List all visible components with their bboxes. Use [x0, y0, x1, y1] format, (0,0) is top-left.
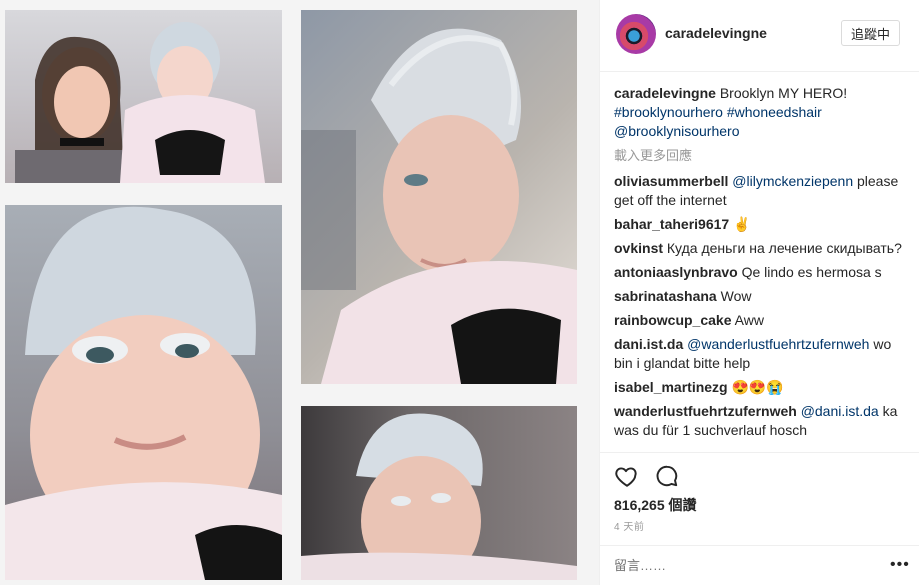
author-username[interactable]: caradelevingne [665, 25, 767, 41]
mention-link[interactable]: @wanderlustfuehrtzufernweh [687, 336, 869, 352]
comment-item: rainbowcup_cake Aww [614, 311, 904, 330]
photo-top-left [5, 10, 282, 183]
comment-username[interactable]: ovkinst [614, 240, 663, 256]
comment-text: Куда деньги на лечение скидывать? [666, 240, 902, 256]
comment-text: Aww [734, 312, 764, 328]
avatar[interactable] [616, 14, 656, 54]
comment-text: Wow [720, 288, 752, 304]
likes-count[interactable]: 816,265 個讚 [614, 495, 697, 515]
mention-link[interactable]: @lilymckenziepenn [732, 173, 853, 189]
following-button[interactable]: 追蹤中 [841, 20, 900, 46]
comment-item: bahar_taheri9617 ✌️ [614, 215, 904, 234]
comment-item: isabel_martinezg 😍😍😭 [614, 378, 904, 397]
action-bar [600, 452, 919, 487]
speech-bubble-icon[interactable] [654, 463, 680, 489]
comment-username[interactable]: antoniaaslynbravo [614, 264, 738, 280]
comment-item: sabrinatashana Wow [614, 287, 904, 306]
comment-item: wanderlustfuehrtzufernweh @dani.ist.da k… [614, 402, 904, 440]
comment-text: Qe lindo es hermosa s [741, 264, 882, 280]
hashtag-link[interactable]: #brooklynourhero [614, 104, 723, 120]
comment-username[interactable]: wanderlustfuehrtzufernweh [614, 403, 797, 419]
comment-username[interactable]: oliviasummerbell [614, 173, 728, 189]
add-comment-bar: ••• [600, 545, 919, 586]
mention-link[interactable]: @dani.ist.da [801, 403, 879, 419]
comment-item: oliviasummerbell @lilymckenziepenn pleas… [614, 172, 904, 210]
comment-input[interactable] [614, 558, 874, 573]
comment-item: antoniaaslynbravo Qe lindo es hermosa s [614, 263, 904, 282]
more-options-icon[interactable]: ••• [890, 556, 910, 574]
photo-top-right [301, 10, 577, 384]
post-timestamp[interactable]: 4 天前 [614, 518, 644, 533]
comment-username[interactable]: bahar_taheri9617 [614, 216, 729, 232]
comment-username[interactable]: sabrinatashana [614, 288, 717, 304]
comment-username[interactable]: isabel_martinezg [614, 379, 728, 395]
load-more-comments-link[interactable]: 載入更多回應 [614, 146, 904, 165]
comment-text: 😍😍😭 [731, 379, 784, 395]
comment-text: ✌️ [733, 216, 751, 232]
caption: caradelevingne Brooklyn MY HERO! #brookl… [614, 84, 904, 141]
heart-outline-icon[interactable] [614, 463, 640, 489]
caption-username[interactable]: caradelevingne [614, 85, 716, 101]
photo-bottom-right [301, 406, 577, 580]
comments-list: caradelevingne Brooklyn MY HERO! #brookl… [614, 84, 904, 445]
photo-bottom-left [5, 205, 282, 580]
mention-link[interactable]: @brooklynisourhero [614, 123, 740, 139]
hashtag-link[interactable]: #whoneedshair [727, 104, 822, 120]
comment-username[interactable]: rainbowcup_cake [614, 312, 732, 328]
post-window: caradelevingne 追蹤中 caradelevingne Brookl… [0, 0, 919, 585]
caption-text: Brooklyn MY HERO! [719, 85, 848, 101]
comment-item: dani.ist.da @wanderlustfuehrtzufernweh w… [614, 335, 904, 373]
comment-item: ovkinst Куда деньги на лечение скидывать… [614, 239, 904, 258]
post-header: caradelevingne 追蹤中 [600, 0, 919, 72]
post-side-panel: caradelevingne 追蹤中 caradelevingne Brookl… [599, 0, 919, 585]
post-media[interactable] [0, 0, 599, 585]
comment-username[interactable]: dani.ist.da [614, 336, 683, 352]
